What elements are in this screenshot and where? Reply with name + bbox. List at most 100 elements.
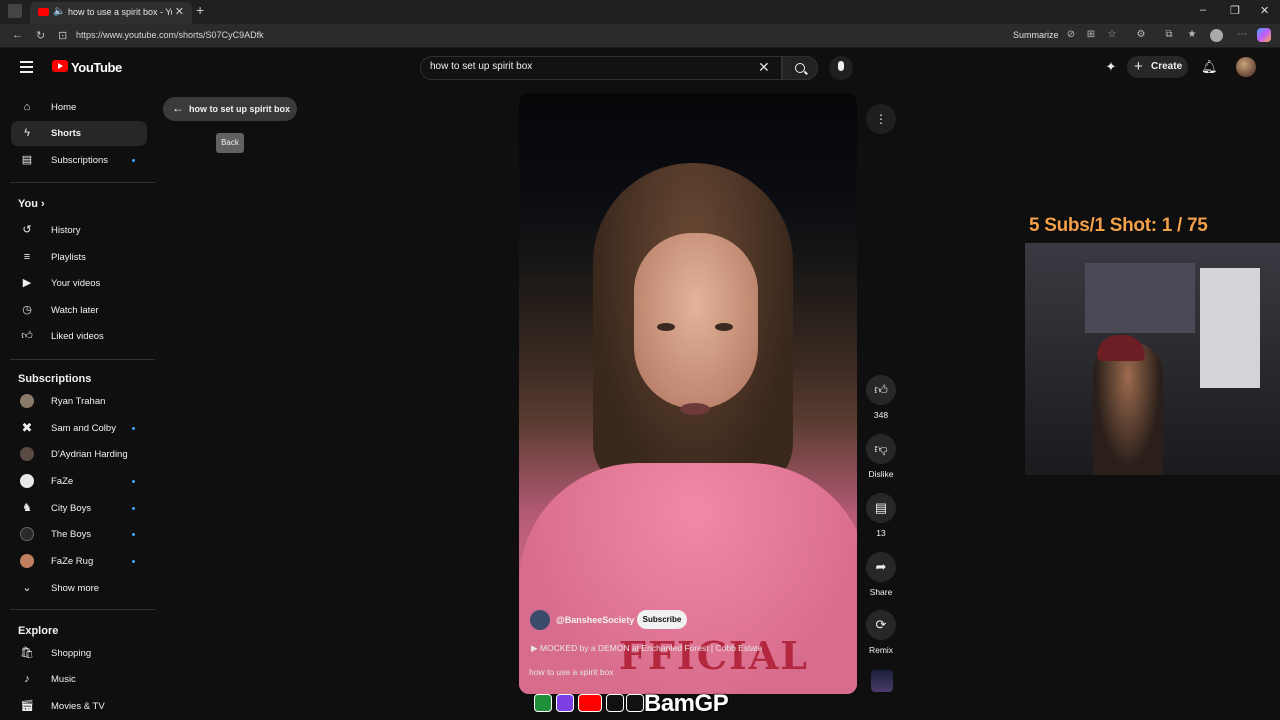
copilot-icon[interactable] (1257, 28, 1271, 42)
dislike-action[interactable]: 👎︎ Dislike (866, 434, 896, 479)
subscriptions-heading: Subscriptions (18, 373, 92, 385)
thumbs-up-icon[interactable]: 👍︎ (866, 375, 896, 405)
create-label: Create (1151, 61, 1183, 72)
your-videos-icon: ▶ (22, 277, 32, 289)
sidebar-item-shorts[interactable]: ϟ Shorts (11, 121, 147, 146)
you-heading[interactable]: You › (18, 198, 45, 210)
minimize-icon[interactable]: – (1200, 4, 1206, 16)
tab-close-icon[interactable]: ✕ (175, 5, 184, 18)
sidebar-item-channel[interactable]: FaZe Rug (11, 549, 147, 574)
sidebar-item-channel[interactable]: FaZe (11, 469, 147, 494)
channel-avatar-x-icon: ✖ (21, 420, 33, 435)
back-nav-icon[interactable]: ← (12, 29, 23, 41)
create-button[interactable]: + Create (1127, 56, 1188, 78)
share-action[interactable]: ➦ Share (866, 552, 896, 597)
youtube-wordmark[interactable]: YouTube (71, 60, 122, 75)
browser-tab[interactable]: 🔈 how to use a spirit box - Yo... ✕ (30, 2, 192, 24)
new-tab-icon[interactable]: + (196, 2, 204, 18)
search-input[interactable] (430, 61, 750, 72)
sidebar-item-label: FaZe (51, 476, 74, 487)
sound-thumbnail[interactable] (871, 670, 893, 692)
sidebar-item-label: D'Aydrian Harding (51, 449, 128, 460)
summarize-button[interactable]: Summarize (1013, 30, 1059, 40)
sidebar-item-channel[interactable]: The Boys (11, 522, 147, 547)
youtube-logo-icon[interactable] (52, 60, 68, 72)
back-to-search-chip[interactable]: ← how to set up spirit box (163, 97, 297, 121)
channel-avatar (20, 554, 34, 568)
restore-icon[interactable]: ❐ (1230, 4, 1240, 17)
plus-icon: + (1134, 58, 1143, 75)
extensions-puzzle-icon[interactable]: ⚙ (1135, 29, 1147, 41)
sidebar-item-your-videos[interactable]: ▶ Your videos (11, 271, 147, 296)
window-close-icon[interactable]: ✕ (1260, 4, 1269, 17)
sidebar-item-movies-tv[interactable]: 🎬︎ Movies & TV (11, 694, 147, 719)
browser-profile-avatar[interactable] (1210, 29, 1223, 42)
sidebar-item-watch-later[interactable]: ◷ Watch later (11, 298, 147, 323)
sidebar-item-label: City Boys (51, 503, 92, 514)
favorites-icon[interactable]: ★ (1186, 29, 1198, 41)
sidebar-item-channel[interactable]: Ryan Trahan (11, 389, 147, 414)
channel-avatar (20, 527, 34, 541)
sidebar-item-shopping[interactable]: 🛍︎ Shopping (11, 641, 147, 666)
thumbs-down-icon[interactable]: 👎︎ (866, 434, 896, 464)
sidebar-item-label: Home (51, 102, 77, 113)
site-info-icon[interactable]: ⊡ (58, 29, 67, 42)
playlists-icon: ≡ (23, 251, 31, 263)
remix-icon[interactable]: ⟳ (866, 610, 896, 640)
sidebar-item-label: Music (51, 674, 76, 685)
url-field[interactable]: https://www.youtube.com/shorts/S07CyC9AD… (76, 30, 264, 40)
browser-app-icon[interactable] (8, 4, 22, 18)
clear-search-icon[interactable]: ✕ (758, 59, 770, 76)
shorts-remix-icon[interactable]: ✦ (1104, 60, 1118, 74)
sidebar-item-playlists[interactable]: ≡ Playlists (11, 245, 147, 270)
divider (10, 182, 155, 183)
sidebar-item-channel[interactable]: ♞ City Boys (11, 496, 147, 521)
twitch-icon (556, 694, 574, 712)
extension-icon[interactable]: ⊘ (1065, 29, 1077, 41)
menu-icon[interactable] (20, 61, 33, 73)
sidebar-item-liked-videos[interactable]: 👍︎ Liked videos (11, 324, 147, 349)
share-label: Share (869, 587, 893, 597)
browser-tab-bar: 🔈 how to use a spirit box - Yo... ✕ + – … (0, 0, 1280, 24)
sidebar-item-channel[interactable]: D'Aydrian Harding (11, 442, 147, 467)
share-arrow-icon[interactable]: ➦ (866, 552, 896, 582)
new-content-dot (132, 507, 135, 510)
sidebar-item-subscriptions[interactable]: ▤ Subscriptions (11, 148, 147, 173)
comment-icon[interactable]: ▤ (866, 493, 896, 523)
back-tooltip: Back (216, 133, 244, 153)
dislike-label: Dislike (868, 469, 894, 479)
video-eye (657, 323, 675, 331)
search-box (420, 56, 782, 80)
channel-avatar[interactable] (530, 610, 550, 630)
remix-action[interactable]: ⟳ Remix (866, 610, 896, 655)
split-screen-icon[interactable]: ⧉ (1163, 29, 1175, 41)
short-title[interactable]: how to use a spirit box (529, 667, 614, 677)
show-more-button[interactable]: ⌄ Show more (11, 576, 147, 601)
sidebar-item-channel[interactable]: ✖ Sam and Colby (11, 416, 147, 441)
sidebar-item-home[interactable]: ⌂ Home (11, 95, 147, 120)
channel-avatar (20, 474, 34, 488)
subscriptions-icon: ▤ (21, 154, 33, 166)
more-menu-icon[interactable]: ⋯ (1236, 29, 1248, 41)
app-available-icon[interactable]: ⊞ (1085, 29, 1097, 41)
short-video-player[interactable]: FFICIAL (519, 93, 857, 694)
linked-video[interactable]: ▶ MOCKED by a DEMON at Enchanted Forest … (531, 643, 762, 654)
speaker-icon[interactable]: 🔈 (53, 6, 65, 17)
webcam-door (1200, 268, 1260, 388)
account-avatar[interactable] (1236, 57, 1256, 77)
favorite-star-icon[interactable]: ☆ (1106, 29, 1118, 41)
comments-action[interactable]: ▤ 13 (866, 493, 896, 538)
sidebar-item-label: Watch later (51, 305, 99, 316)
sidebar-item-music[interactable]: ♪ Music (11, 667, 147, 692)
notifications-bell-icon[interactable]: 🔔︎ (1201, 60, 1218, 74)
new-content-dot (132, 480, 135, 483)
channel-handle[interactable]: @BansheeSociety (556, 615, 634, 625)
search-button[interactable] (782, 56, 818, 80)
sidebar-item-label: Subscriptions (51, 155, 109, 166)
refresh-icon[interactable]: ↻ (36, 29, 45, 42)
sidebar-item-history[interactable]: ↺ History (11, 218, 147, 243)
subscribe-button[interactable]: Subscribe (637, 610, 687, 629)
like-action[interactable]: 👍︎ 348 (866, 375, 896, 420)
more-options-icon[interactable]: ⋮ (866, 104, 896, 134)
voice-search-button[interactable] (829, 56, 853, 80)
